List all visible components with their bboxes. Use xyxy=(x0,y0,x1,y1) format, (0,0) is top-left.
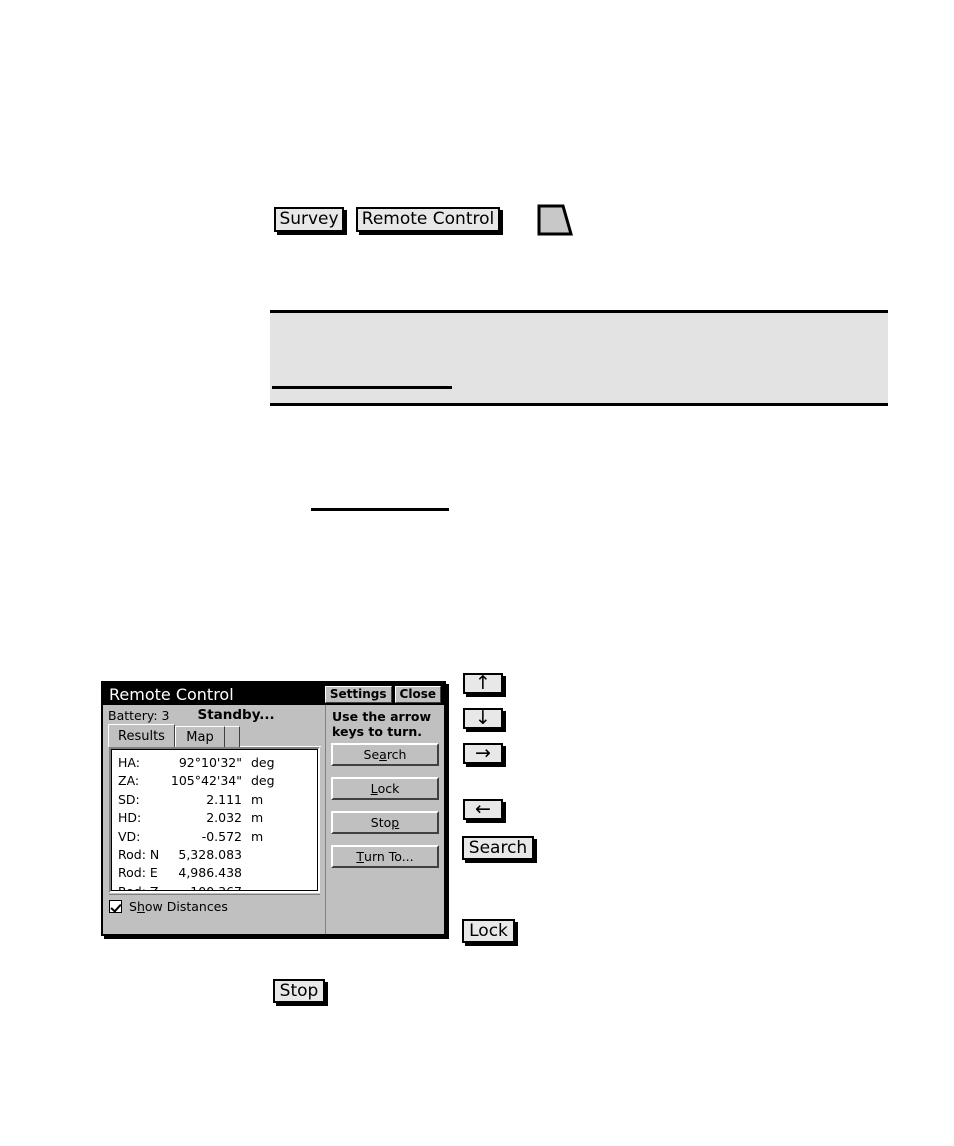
callout-band xyxy=(270,310,888,406)
arrow-left-button[interactable]: ← xyxy=(463,799,503,820)
btn-text-pre: Se xyxy=(363,747,380,762)
lock-button-inline[interactable]: Lock xyxy=(462,919,515,943)
table-row: Rod: Z 100.367 xyxy=(112,883,317,893)
stop-button[interactable]: Sto p xyxy=(331,811,439,834)
checkbox-divider xyxy=(109,894,320,895)
btn-text-mnemonic: p xyxy=(391,815,400,830)
result-label: Rod: N xyxy=(118,846,160,862)
result-value: 105°42'34" xyxy=(170,773,242,789)
result-value: -0.572 xyxy=(201,828,242,844)
table-row: HA: 92°10'32" deg xyxy=(112,754,317,772)
dialog-titlebar: Remote Control Settings Close xyxy=(103,683,444,705)
btn-text-post: urn To... xyxy=(364,849,414,864)
result-value: 2.032 xyxy=(206,810,242,826)
tab-map[interactable]: Map xyxy=(175,726,225,747)
results-list: HA: 92°10'32" deg ZA: 105°42'34" deg SD:… xyxy=(111,749,318,891)
checkbox-label: Show Distances xyxy=(129,899,228,914)
result-label: HA: xyxy=(118,754,140,770)
result-label: Rod: Z xyxy=(118,883,159,893)
result-label: HD: xyxy=(118,810,142,826)
result-unit: deg xyxy=(251,754,275,770)
checkbox-label-post: ow Distances xyxy=(144,898,228,914)
result-unit: deg xyxy=(251,773,275,789)
dialog-right-panel: Use the arrow keys to turn. Se a rch Lock … xyxy=(325,705,444,934)
result-unit: m xyxy=(251,810,264,826)
btn-text-post: ock xyxy=(377,781,400,796)
results-list-pane[interactable]: HA: 92°10'32" deg ZA: 105°42'34" deg SD:… xyxy=(109,747,320,893)
search-button[interactable]: Se a rch xyxy=(331,743,439,766)
band-inner-rule xyxy=(272,386,452,389)
checkbox-label-pre: S xyxy=(129,898,137,914)
btn-text-pre: Sto xyxy=(370,815,392,830)
checkbox-box[interactable] xyxy=(109,899,122,913)
table-row: ZA: 105°42'34" deg xyxy=(112,772,317,790)
tab-filler xyxy=(225,726,240,747)
table-row: Rod: N 5,328.083 xyxy=(112,846,317,864)
result-unit: m xyxy=(251,791,264,807)
settings-button[interactable]: Settings xyxy=(324,685,392,703)
btn-text-mnemonic: a xyxy=(379,747,387,762)
trapezoid-icon xyxy=(537,204,573,236)
table-row: SD: 2.111 m xyxy=(112,791,317,809)
result-label: VD: xyxy=(118,828,141,844)
connection-status: Standby... xyxy=(197,707,275,723)
btn-text-post: rch xyxy=(386,747,407,762)
close-button[interactable]: Close xyxy=(394,685,441,703)
search-button-inline[interactable]: Search xyxy=(462,836,534,860)
table-row: VD: -0.572 m xyxy=(112,828,317,846)
dialog-status-line: Battery: 3 Standby... xyxy=(103,705,321,725)
tab-strip: Results Map xyxy=(108,724,321,747)
result-value: 92°10'32" xyxy=(178,754,242,770)
stop-button-inline[interactable]: Stop xyxy=(273,979,325,1003)
checkbox-label-mnemonic: h xyxy=(136,898,145,914)
btn-text-mnemonic: T xyxy=(356,849,365,864)
result-value: 100.367 xyxy=(190,883,242,893)
survey-button[interactable]: Survey xyxy=(274,207,344,232)
tab-results[interactable]: Results xyxy=(108,724,175,747)
remote-control-button[interactable]: Remote Control xyxy=(356,207,500,232)
table-row: Rod: E 4,986.438 xyxy=(112,864,317,882)
result-label: SD: xyxy=(118,791,140,807)
arrow-keys-hint: Use the arrow keys to turn. xyxy=(332,709,432,739)
result-label: ZA: xyxy=(118,773,140,789)
btn-text-mnemonic: L xyxy=(370,781,378,796)
result-value: 2.111 xyxy=(206,791,242,807)
turn-to-button[interactable]: Turn To... xyxy=(331,845,439,868)
table-row: HD: 2.032 m xyxy=(112,809,317,827)
battery-status: Battery: 3 xyxy=(108,707,170,723)
result-value: 4,986.438 xyxy=(178,865,242,881)
section-rule xyxy=(311,508,449,511)
remote-control-dialog: Remote Control Settings Close Battery: 3… xyxy=(101,681,446,936)
show-distances-checkbox[interactable]: Show Distances xyxy=(109,897,228,915)
result-unit: m xyxy=(251,828,264,844)
arrow-up-button[interactable]: ↑ xyxy=(463,673,503,694)
dialog-title: Remote Control xyxy=(109,684,234,704)
result-label: Rod: E xyxy=(118,865,158,881)
arrow-down-button[interactable]: ↓ xyxy=(463,708,503,729)
result-value: 5,328.083 xyxy=(178,846,242,862)
lock-button[interactable]: Lock xyxy=(331,777,439,800)
arrow-right-button[interactable]: → xyxy=(463,743,503,764)
